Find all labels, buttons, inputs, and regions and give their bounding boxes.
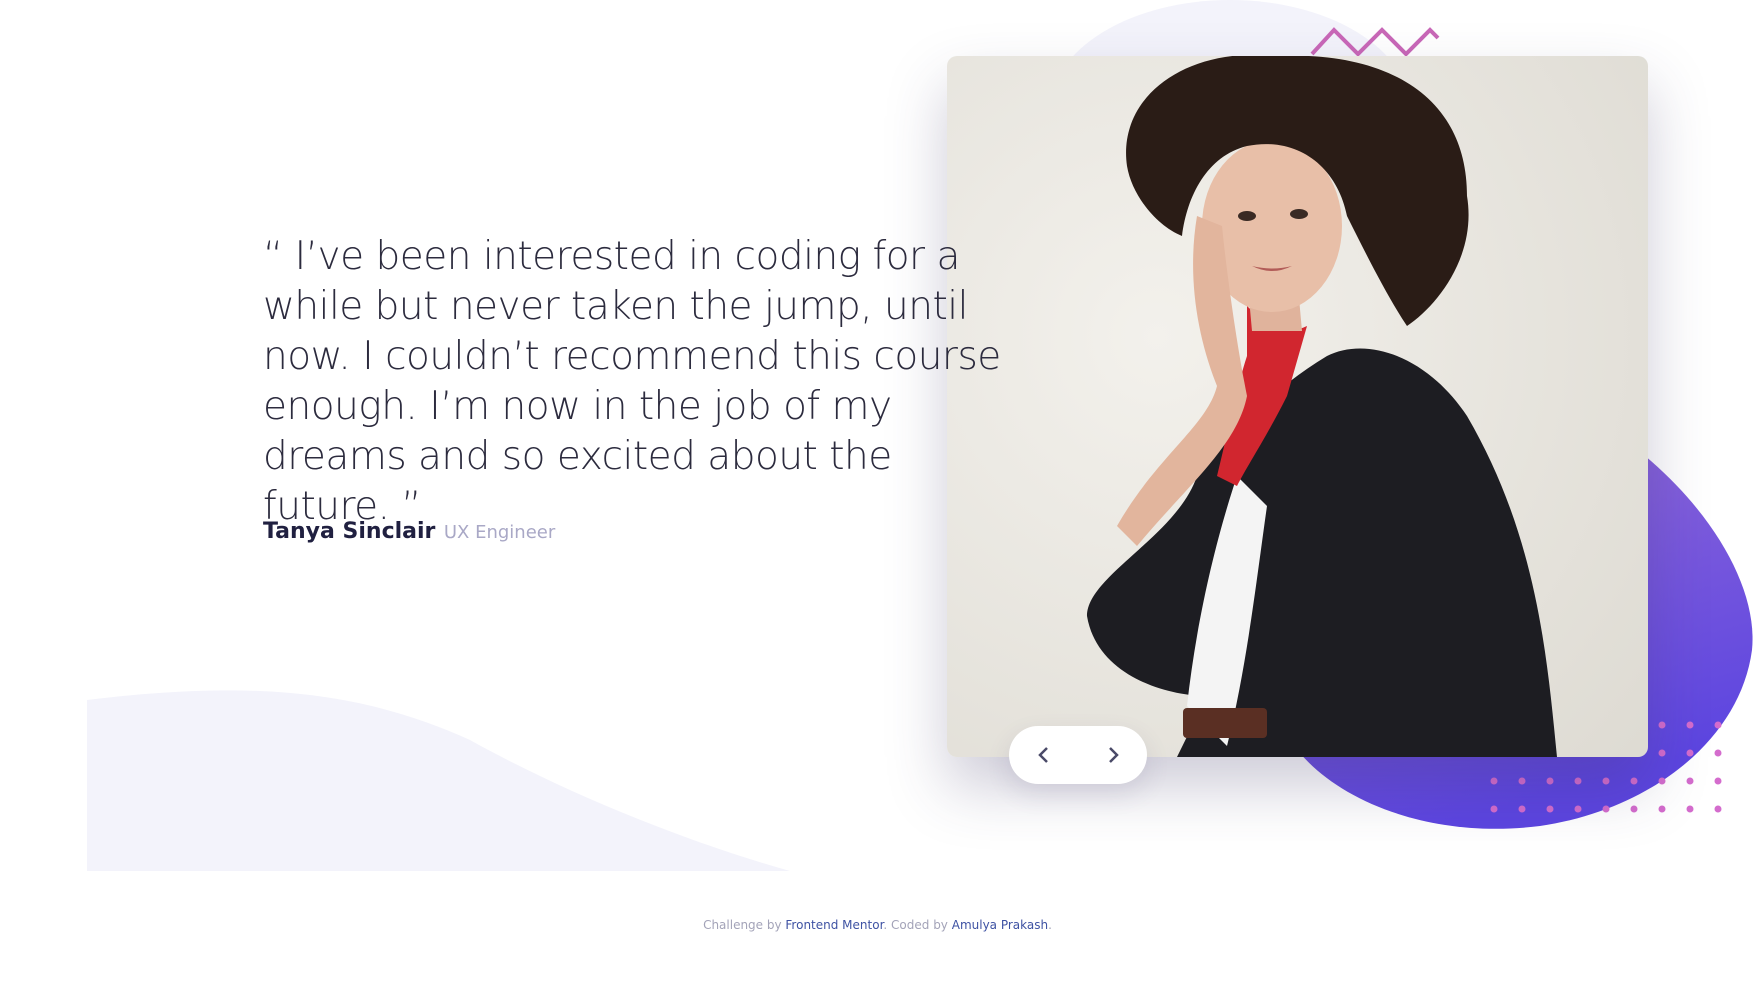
- frontend-mentor-link[interactable]: Frontend Mentor: [785, 918, 883, 932]
- testimonial-quote: “ I’ve been interested in coding for a w…: [263, 234, 1001, 529]
- bottom-wave-shape: [87, 690, 790, 871]
- author-name: Tanya Sinclair: [263, 519, 436, 544]
- chevron-left-icon: [1037, 747, 1048, 763]
- attribution-footer: Challenge by Frontend Mentor. Coded by A…: [0, 918, 1755, 932]
- page: “ I’ve been interested in coding for a w…: [0, 0, 1755, 982]
- footer-prefix: Challenge by: [703, 918, 786, 932]
- slider-navigation: [1009, 726, 1147, 784]
- footer-middle: . Coded by: [883, 918, 952, 932]
- portrait-image: [947, 56, 1648, 757]
- author-role: UX Engineer: [443, 522, 556, 543]
- next-button[interactable]: [1078, 726, 1147, 784]
- footer-suffix: .: [1048, 918, 1052, 932]
- testimonial-author: Tanya Sinclair UX Engineer: [263, 519, 555, 544]
- previous-button[interactable]: [1009, 726, 1078, 784]
- author-link[interactable]: Amulya Prakash: [952, 918, 1048, 932]
- chevron-right-icon: [1108, 747, 1119, 763]
- testimonial-photo: [947, 56, 1648, 757]
